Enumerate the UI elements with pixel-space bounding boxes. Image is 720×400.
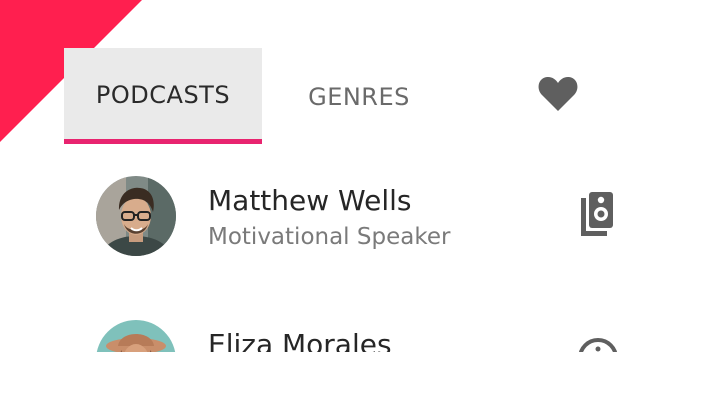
heart-icon xyxy=(537,74,579,118)
tab-favorites[interactable] xyxy=(510,48,606,144)
tab-genres[interactable]: GENRES xyxy=(262,48,456,144)
tab-genres-label: GENRES xyxy=(308,83,410,111)
podcast-list-item[interactable]: Matthew Wells Motivational Speaker xyxy=(96,176,656,256)
tab-podcasts-label: PODCASTS xyxy=(95,80,231,109)
podcast-name: Matthew Wells xyxy=(208,184,412,217)
podcast-subtitle: Motivational Speaker xyxy=(208,224,451,250)
speaker-button[interactable] xyxy=(578,192,618,240)
tab-podcasts[interactable]: PODCASTS xyxy=(64,48,262,144)
speaker-icon xyxy=(581,192,615,240)
avatar xyxy=(96,176,176,256)
bottom-clip-area xyxy=(0,352,720,400)
app-screen: PODCASTS GENRES Matthew Wells Motivation… xyxy=(0,0,720,400)
